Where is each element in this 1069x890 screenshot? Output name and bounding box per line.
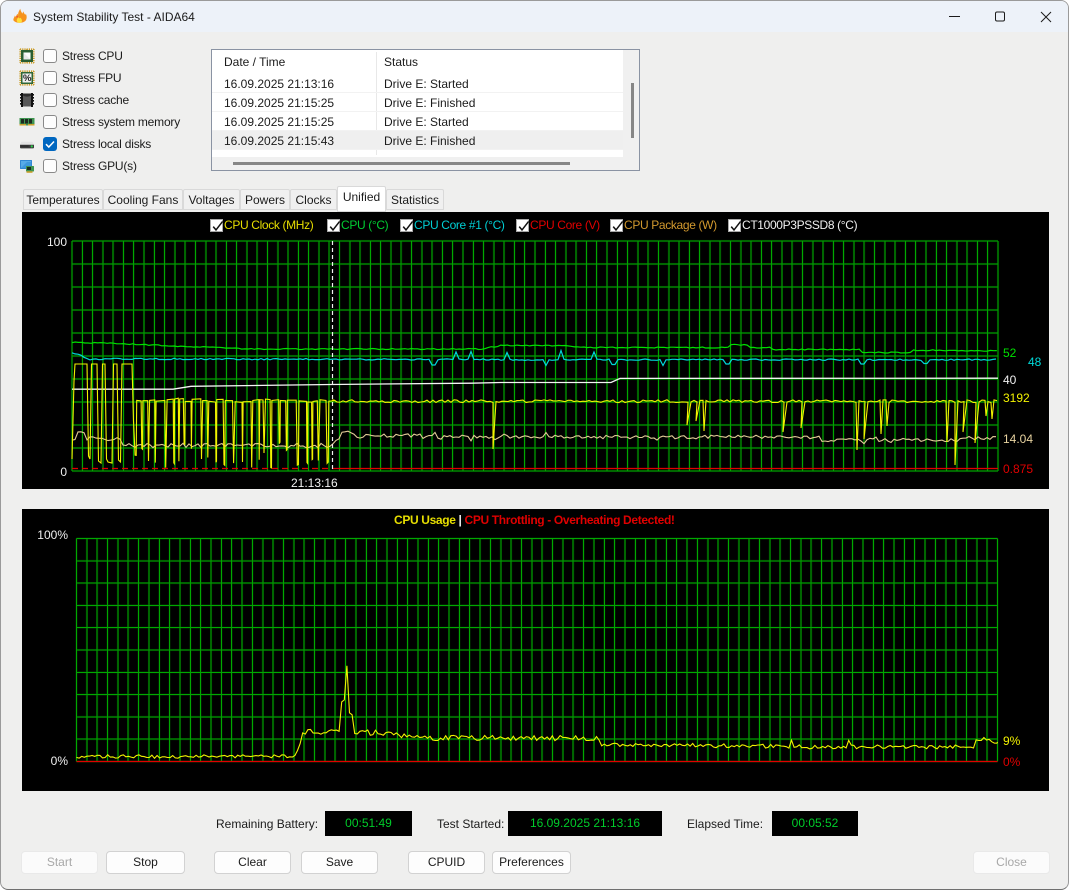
svg-text:%: % [23,73,32,84]
